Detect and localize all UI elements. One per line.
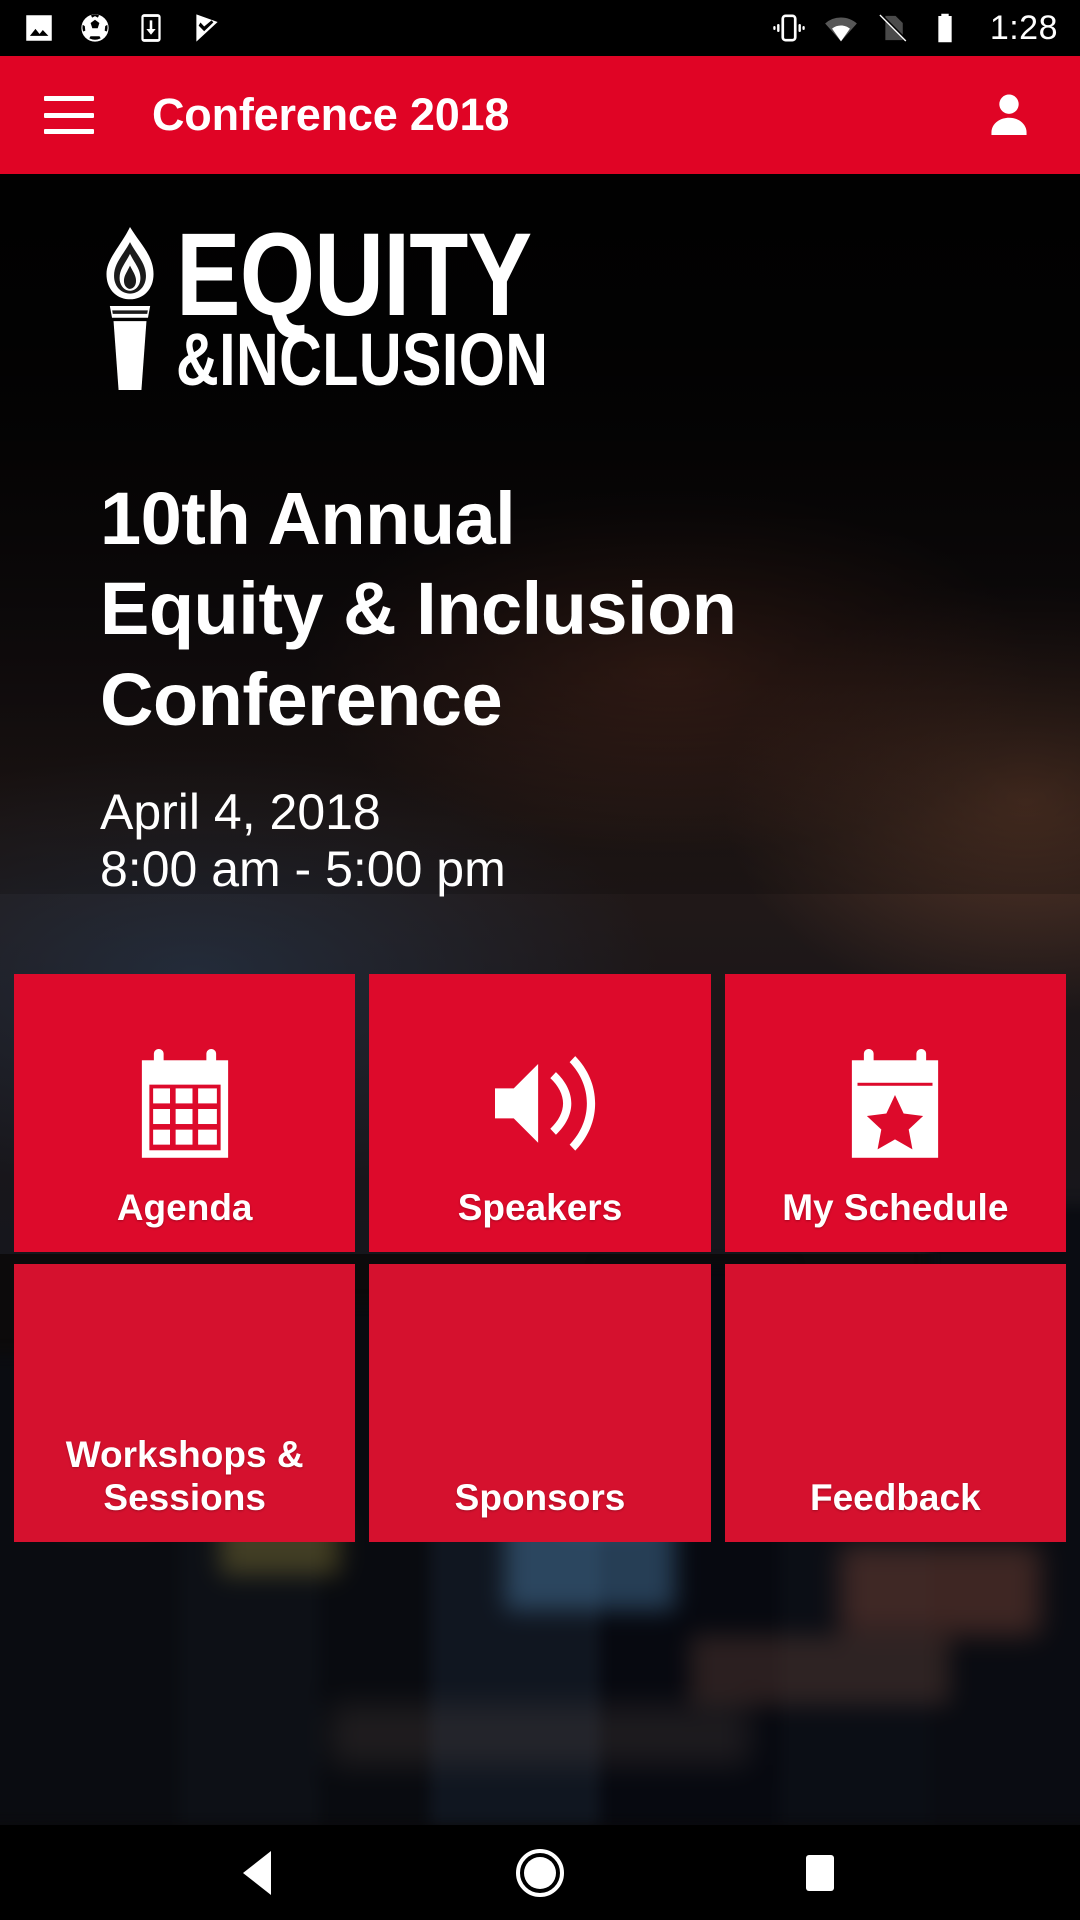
- menu-tile-grid: Agenda Speakers My Schedule Workshops & …: [14, 974, 1066, 1542]
- tile-workshops-sessions[interactable]: Workshops & Sessions: [14, 1264, 356, 1542]
- home-circle-icon: [516, 1848, 564, 1897]
- app-bar: Conference 2018: [0, 56, 1080, 174]
- app-bar-title: Conference 2018: [152, 89, 510, 140]
- tile-my-schedule[interactable]: My Schedule: [724, 974, 1066, 1252]
- tile-label: Agenda: [116, 1187, 253, 1229]
- tile-label: My Schedule: [782, 1187, 1009, 1229]
- soccer-ball-icon: [81, 14, 109, 42]
- nav-home-button[interactable]: [505, 1838, 575, 1908]
- calendar-icon: [141, 1049, 228, 1158]
- speaker-volume-icon: [494, 1056, 596, 1151]
- logo-text-inclusion: &INCLUSION: [176, 317, 549, 401]
- status-bar-left-icons: [22, 11, 224, 45]
- wifi-icon: [824, 17, 857, 42]
- tile-label: Feedback: [809, 1477, 981, 1519]
- event-headline: 10th Annual Equity & Inclusion Conferenc…: [100, 474, 960, 745]
- recents-square-icon: [806, 1854, 834, 1891]
- checkmark-flag-icon: [196, 14, 218, 42]
- tile-label: Speakers: [457, 1187, 623, 1229]
- event-logo: EQUITY &INCLUSION: [92, 208, 641, 401]
- event-time-range: 8:00 am - 5:00 pm: [100, 840, 506, 897]
- tile-sponsors[interactable]: Sponsors: [369, 1264, 711, 1542]
- tile-label: Workshops & Sessions: [65, 1433, 304, 1519]
- logo-text-equity: EQUITY: [176, 208, 532, 341]
- hamburger-menu-icon[interactable]: [44, 96, 94, 134]
- android-navigation-bar: [0, 1825, 1080, 1920]
- account-person-icon[interactable]: [982, 88, 1036, 142]
- tile-feedback[interactable]: Feedback: [724, 1264, 1066, 1542]
- download-to-phone-icon: [141, 14, 161, 42]
- vibrate-icon: [773, 14, 805, 42]
- calendar-star-icon: [852, 1049, 939, 1158]
- headline-line-2: Equity & Inclusion: [100, 567, 737, 651]
- phone-screen: 1:28 Conference 2018 EQUITY &INCLUSION 1…: [0, 0, 1080, 1920]
- tile-agenda[interactable]: Agenda: [14, 974, 356, 1252]
- headline-line-1: 10th Annual: [100, 477, 516, 560]
- nav-recents-button[interactable]: [785, 1838, 855, 1908]
- battery-full-icon: [938, 13, 952, 43]
- torch-flame-icon: [106, 227, 154, 390]
- no-sim-icon: [879, 13, 908, 42]
- tile-label: Sponsors: [454, 1477, 626, 1519]
- event-date: April 4, 2018: [100, 784, 381, 840]
- nav-back-button[interactable]: [225, 1838, 295, 1908]
- status-bar-clock: 1:28: [989, 9, 1058, 47]
- event-datetime: April 4, 2018 8:00 am - 5:00 pm: [100, 784, 506, 897]
- status-bar: 1:28: [0, 0, 1080, 56]
- headline-line-3: Conference: [100, 657, 503, 741]
- hero-section: EQUITY &INCLUSION 10th Annual Equity & I…: [0, 174, 1080, 1825]
- status-bar-right-icons: 1:28: [772, 11, 1058, 45]
- tile-speakers[interactable]: Speakers: [369, 974, 711, 1252]
- back-triangle-icon: [243, 1850, 271, 1895]
- photo-icon: [26, 15, 52, 41]
